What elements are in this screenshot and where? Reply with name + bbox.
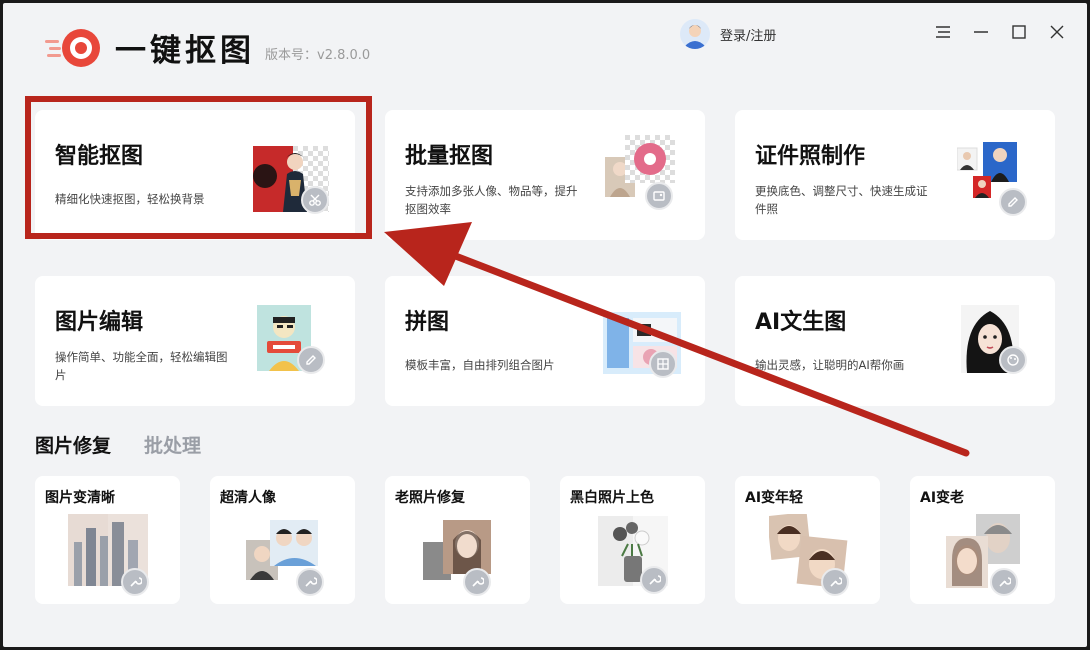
card-id-photo[interactable]: 证件照制作 更换底色、调整尺寸、快速生成证件照 [735,110,1055,240]
card-desc: 支持添加多张人像、物品等，提升抠图效率 [405,184,578,216]
wrench-icon [640,566,668,594]
annotation-highlight-box [25,96,372,239]
tool-hd-portrait[interactable]: 超清人像 [210,476,355,604]
menu-icon[interactable] [932,21,954,43]
tool-colorize[interactable]: 黑白照片上色 [560,476,705,604]
tool-title: AI变年轻 [745,490,804,506]
wrench-icon [990,568,1018,596]
wrench-icon [296,568,324,596]
login-label: 登录/注册 [720,28,777,44]
tool-title: 超清人像 [220,490,276,506]
card-title: 批量抠图 [405,144,494,169]
card-desc: 模板丰富，自由排列组合图片 [405,358,555,372]
wrench-icon [821,568,849,596]
card-image-edit[interactable]: 图片编辑 操作简单、功能全面，轻松编辑图片 [35,276,355,406]
card-collage[interactable]: 拼图 模板丰富，自由排列组合图片 [385,276,705,406]
image-edit-icon [645,182,673,210]
tool-sharpen[interactable]: 图片变清晰 [35,476,180,604]
card-batch-cutout[interactable]: 批量抠图 支持添加多张人像、物品等，提升抠图效率 [385,110,705,240]
wrench-icon [463,568,491,596]
pencil-icon [297,346,325,374]
tool-ai-younger[interactable]: AI变年轻 [735,476,880,604]
card-title: AI文生图 [755,310,847,335]
app-title: 一键抠图 [115,33,255,69]
avatar [680,19,710,49]
card-desc: 操作简单、功能全面，轻松编辑图片 [55,350,228,382]
login-button[interactable]: 登录/注册 [680,19,776,49]
grid-icon [649,350,677,378]
logo-icon [45,28,103,68]
card-title: 证件照制作 [755,144,866,169]
tool-title: 黑白照片上色 [570,490,654,506]
card-desc: 更换底色、调整尺寸、快速生成证件照 [755,184,928,216]
tool-title: 老照片修复 [395,490,465,506]
card-desc: 输出灵感，让聪明的AI帮你画 [755,358,905,372]
tab-batch-processing[interactable]: 批处理 [144,431,201,458]
minimize-icon[interactable] [970,21,992,43]
palette-icon [999,346,1027,374]
app-logo: 一键抠图 版本号：v2.8.0.0 [45,25,370,70]
close-icon[interactable] [1046,21,1068,43]
tool-title: AI变老 [920,490,965,506]
tool-title: 图片变清晰 [45,490,115,506]
tool-ai-older[interactable]: AI变老 [910,476,1055,604]
card-title: 拼图 [405,310,450,335]
card-title: 图片编辑 [55,310,144,335]
version-label: 版本号：v2.8.0.0 [265,48,371,63]
tool-old-photo-restore[interactable]: 老照片修复 [385,476,530,604]
maximize-icon[interactable] [1008,21,1030,43]
pencil-icon [999,188,1027,216]
card-ai-text-to-image[interactable]: AI文生图 输出灵感，让聪明的AI帮你画 [735,276,1055,406]
tab-image-repair[interactable]: 图片修复 [35,431,111,458]
wrench-icon [121,568,149,596]
